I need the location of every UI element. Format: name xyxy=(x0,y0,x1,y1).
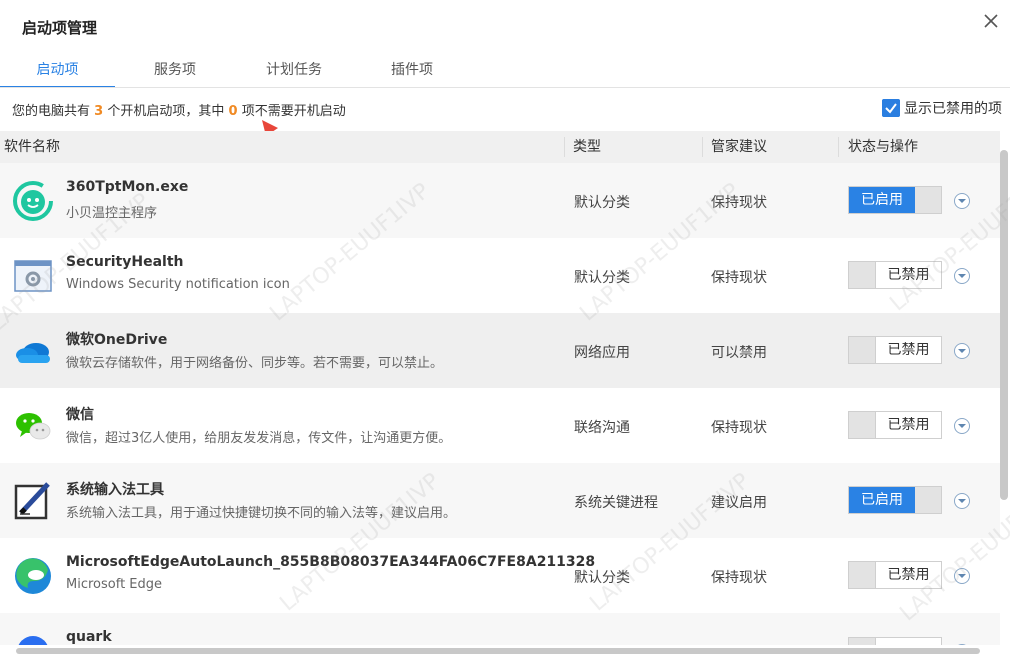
app-type: 网络应用 xyxy=(574,345,630,361)
toggle-track xyxy=(915,487,941,513)
tab-scheduled-tasks[interactable]: 计划任务 xyxy=(235,52,353,88)
app-name: quark xyxy=(66,629,112,645)
table-header: 软件名称 类型 管家建议 状态与操作 xyxy=(0,131,1000,163)
status-label xyxy=(875,638,941,645)
status-toggle[interactable]: 已禁用 xyxy=(848,336,942,364)
app-name: SecurityHealth xyxy=(66,254,184,270)
column-type[interactable]: 类型 xyxy=(573,131,601,163)
column-name[interactable]: 软件名称 xyxy=(4,131,60,163)
app-type: 默认分类 xyxy=(574,270,630,286)
app-name: 微信 xyxy=(66,407,94,423)
column-separator xyxy=(564,137,565,157)
smiley-icon xyxy=(13,181,53,221)
toggle-track xyxy=(849,638,875,645)
title-bar: 启动项管理 xyxy=(0,0,1010,52)
startup-summary: 您的电脑共有 3 个开机启动项，其中 0 项不需要开机启动 xyxy=(12,100,346,119)
app-name: 系统输入法工具 xyxy=(66,482,164,498)
toggle-track xyxy=(849,262,875,288)
chevron-down-icon[interactable] xyxy=(953,192,971,210)
app-type: 默认分类 xyxy=(574,570,630,586)
tab-bar: 启动项 服务项 计划任务 插件项 xyxy=(0,52,1010,88)
status-label: 已禁用 xyxy=(875,412,941,438)
app-desc: Windows Security notification icon xyxy=(66,277,290,292)
chevron-down-icon[interactable] xyxy=(953,643,971,645)
status-toggle[interactable]: 已禁用 xyxy=(848,561,942,589)
show-disabled-label: 显示已禁用的项 xyxy=(904,101,1002,117)
app-desc: 系统输入法工具，用于通过快捷键切换不同的输入法等，建议启用。 xyxy=(66,506,457,521)
wechat-icon xyxy=(16,413,51,440)
chevron-down-icon[interactable] xyxy=(953,417,971,435)
app-advice: 保持现状 xyxy=(711,195,767,211)
tab-plugins[interactable]: 插件项 xyxy=(353,52,471,88)
unneeded-count: 0 xyxy=(228,104,238,119)
table-row[interactable]: 360TptMon.exe 小贝温控主程序 默认分类 保持现状 已启用 xyxy=(0,163,1000,238)
status-toggle[interactable] xyxy=(848,637,942,645)
settings-window-icon xyxy=(14,260,52,292)
status-toggle[interactable]: 已启用 xyxy=(848,486,942,514)
status-toggle[interactable]: 已启用 xyxy=(848,186,942,214)
app-name: MicrosoftEdgeAutoLaunch_855B8B08037EA344… xyxy=(66,554,596,570)
app-name: 360TptMon.exe xyxy=(66,179,189,195)
table-row[interactable]: 系统输入法工具 系统输入法工具，用于通过快捷键切换不同的输入法等，建议启用。 系… xyxy=(0,463,1000,538)
status-label: 已启用 xyxy=(849,487,915,513)
status-label: 已启用 xyxy=(849,187,915,213)
table-row[interactable]: SecurityHealth Windows Security notifica… xyxy=(0,238,1000,313)
status-label: 已禁用 xyxy=(875,337,941,363)
toggle-track xyxy=(849,412,875,438)
app-advice: 保持现状 xyxy=(711,420,767,436)
app-name: 微软OneDrive xyxy=(66,332,168,348)
app-desc: 微信，超过3亿人使用，给朋友发发消息，传文件，让沟通更方便。 xyxy=(66,431,452,446)
chevron-down-icon[interactable] xyxy=(953,342,971,360)
vertical-scrollbar[interactable] xyxy=(1000,150,1008,500)
show-disabled-checkbox[interactable]: 显示已禁用的项 xyxy=(882,98,1002,118)
status-toggle[interactable]: 已禁用 xyxy=(848,411,942,439)
toggle-track xyxy=(915,187,941,213)
status-label: 已禁用 xyxy=(875,262,941,288)
edge-icon xyxy=(15,558,51,594)
toggle-track xyxy=(849,562,875,588)
table-row[interactable]: 微信 微信，超过3亿人使用，给朋友发发消息，传文件，让沟通更方便。 联络沟通 保… xyxy=(0,388,1000,463)
chevron-down-icon[interactable] xyxy=(953,492,971,510)
startup-list: 360TptMon.exe 小贝温控主程序 默认分类 保持现状 已启用 Secu… xyxy=(0,163,1000,645)
close-icon[interactable] xyxy=(980,10,1002,32)
status-label: 已禁用 xyxy=(875,562,941,588)
app-desc: Microsoft Edge xyxy=(66,577,163,592)
tab-services[interactable]: 服务项 xyxy=(115,52,235,88)
table-row[interactable]: MicrosoftEdgeAutoLaunch_855B8B08037EA344… xyxy=(0,538,1000,613)
summary-prefix: 您的电脑共有 xyxy=(12,104,91,119)
pen-pad-icon xyxy=(14,482,50,520)
horizontal-scrollbar[interactable] xyxy=(16,648,980,654)
table-row[interactable]: quark xyxy=(0,613,1000,645)
app-advice: 建议启用 xyxy=(711,495,767,511)
chevron-down-icon[interactable] xyxy=(953,267,971,285)
window-title: 启动项管理 xyxy=(22,19,98,37)
app-type: 默认分类 xyxy=(574,195,630,211)
app-advice: 保持现状 xyxy=(711,570,767,586)
table-row[interactable]: 微软OneDrive 微软云存储软件，用于网络备份、同步等。若不需要，可以禁止。… xyxy=(0,313,1000,388)
onedrive-cloud-icon xyxy=(16,343,50,363)
summary-suffix: 项不需要开机启动 xyxy=(241,104,346,119)
quark-icon xyxy=(18,636,48,645)
app-type: 联络沟通 xyxy=(574,420,630,436)
app-advice: 可以禁用 xyxy=(711,345,767,361)
column-separator xyxy=(702,137,703,157)
tab-startup[interactable]: 启动项 xyxy=(0,52,115,88)
app-type: 系统关键进程 xyxy=(574,495,658,511)
column-separator xyxy=(838,137,839,157)
app-desc: 小贝温控主程序 xyxy=(66,206,158,221)
app-desc: 微软云存储软件，用于网络备份、同步等。若不需要，可以禁止。 xyxy=(66,356,444,371)
info-bar: 您的电脑共有 3 个开机启动项，其中 0 项不需要开机启动 显示已禁用的项 xyxy=(0,88,1010,130)
status-toggle[interactable]: 已禁用 xyxy=(848,261,942,289)
app-advice: 保持现状 xyxy=(711,270,767,286)
chevron-down-icon[interactable] xyxy=(953,567,971,585)
toggle-track xyxy=(849,337,875,363)
startup-count: 3 xyxy=(94,104,104,119)
column-status[interactable]: 状态与操作 xyxy=(848,131,918,163)
checkbox-checked-icon[interactable] xyxy=(882,99,900,117)
summary-middle: 个开机启动项，其中 xyxy=(107,104,225,119)
column-advice[interactable]: 管家建议 xyxy=(711,131,767,163)
